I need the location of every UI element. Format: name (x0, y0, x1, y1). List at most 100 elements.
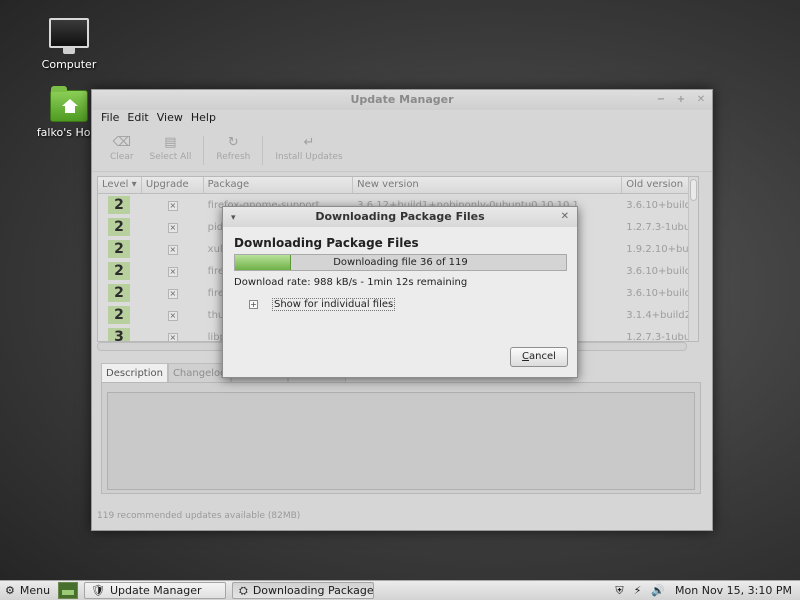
description-textview[interactable] (107, 392, 695, 490)
upgrade-checkbox[interactable]: × (167, 288, 178, 299)
level-badge: 2 (108, 218, 130, 236)
expander-label: Show for individual files (272, 298, 396, 311)
install-icon: ↵ (303, 135, 315, 150)
menu-file[interactable]: File (101, 110, 119, 130)
download-app-icon: ⛭ (239, 583, 248, 597)
column-old-version[interactable]: Old version (622, 177, 698, 193)
status-text: 119 recommended updates available (82MB) (97, 511, 301, 521)
menu-help[interactable]: Help (191, 110, 216, 130)
taskbar-item-downloading[interactable]: ⛭ Downloading Package ... (232, 582, 374, 599)
minimize-icon[interactable]: − (656, 90, 666, 110)
download-dialog: ▾ Downloading Package Files ✕ Downloadin… (222, 206, 578, 378)
upgrade-cell: × (142, 200, 204, 211)
individual-files-expander[interactable]: + Show for individual files (249, 298, 396, 311)
download-rate-text: Download rate: 988 kB/s - 1min 12s remai… (234, 277, 468, 288)
select-all-button[interactable]: ▤ Select All (142, 130, 200, 171)
column-new-version[interactable]: New version (353, 177, 623, 193)
level-badge: 2 (108, 284, 130, 302)
column-package[interactable]: Package (204, 177, 354, 193)
upgrade-checkbox[interactable]: × (167, 310, 178, 321)
level-badge: 2 (108, 240, 130, 258)
refresh-button[interactable]: ↻ Refresh (208, 130, 258, 171)
dialog-titlebar[interactable]: ▾ Downloading Package Files ✕ (223, 207, 577, 227)
upgrade-cell: × (142, 266, 204, 277)
menu-label: Menu (19, 584, 51, 597)
system-tray: ⛨ ⚡ 🔊 Mon Nov 15, 3:10 PM (615, 584, 800, 598)
level-cell: 2 (98, 240, 142, 258)
vertical-scrollbar[interactable] (688, 177, 698, 341)
level-badge: 2 (108, 196, 130, 214)
old-version-cell: 1.2.7.3-1ubu (626, 331, 691, 342)
dialog-heading: Downloading Package Files (234, 236, 419, 250)
menu-view[interactable]: View (157, 110, 183, 130)
taskbar-item-update-manager[interactable]: 🛡 Update Manager (84, 582, 226, 599)
install-updates-button[interactable]: ↵ Install Updates (267, 130, 350, 171)
clock[interactable]: Mon Nov 15, 3:10 PM (675, 584, 792, 597)
toolbar-separator (203, 136, 205, 165)
upgrade-cell: × (142, 244, 204, 255)
download-progress-bar: Downloading file 36 of 119 (234, 254, 567, 271)
upgrade-cell: × (142, 288, 204, 299)
scroll-thumb[interactable] (690, 179, 697, 201)
level-badge: 2 (108, 262, 130, 280)
upgrade-checkbox[interactable]: × (167, 266, 178, 277)
window-menu-icon[interactable]: ▾ (231, 208, 236, 228)
clear-icon: ⌫ (112, 135, 131, 150)
expand-plus-icon[interactable]: + (249, 300, 258, 309)
volume-icon[interactable]: 🔊 (651, 584, 665, 597)
column-upgrade[interactable]: Upgrade (142, 177, 204, 193)
level-cell: 2 (98, 306, 142, 324)
description-panel (101, 382, 701, 494)
level-cell: 2 (98, 196, 142, 214)
column-level-label: Level (102, 179, 129, 190)
upgrade-cell: × (142, 222, 204, 233)
old-version-cell: 1.2.7.3-1ubu (626, 221, 691, 233)
column-level[interactable]: Level ▾ (98, 177, 142, 193)
close-icon[interactable]: ✕ (561, 207, 569, 227)
sort-down-icon: ▾ (131, 179, 137, 190)
upgrade-checkbox[interactable]: × (167, 222, 178, 233)
tab-description[interactable]: Description (101, 363, 168, 383)
install-updates-label: Install Updates (275, 152, 343, 162)
close-icon[interactable]: ✕ (696, 90, 706, 110)
cancel-mnemonic: C (522, 351, 530, 362)
select-all-icon: ▤ (164, 135, 177, 150)
clear-label: Clear (110, 152, 134, 162)
menu-button[interactable]: ⚙ Menu (0, 584, 56, 597)
upgrade-checkbox[interactable]: × (167, 200, 178, 211)
level-cell: 3 (98, 328, 142, 341)
window-titlebar[interactable]: Update Manager − + ✕ (92, 90, 712, 110)
desktop-icon-label: Computer (41, 58, 97, 71)
upgrade-checkbox[interactable]: × (167, 244, 178, 255)
old-version-cell: 3.6.10+build (626, 287, 692, 299)
level-cell: 2 (98, 218, 142, 236)
cancel-rest: ancel (529, 351, 556, 362)
show-desktop-icon[interactable] (58, 582, 78, 599)
old-version-cell: 3.1.4+build2 (626, 309, 692, 321)
cancel-button[interactable]: Cancel (510, 347, 568, 367)
toolbar: ⌫ Clear ▤ Select All ↻ Refresh ↵ Install… (92, 130, 712, 172)
maximize-icon[interactable]: + (676, 90, 686, 110)
menubar: File Edit View Help (92, 110, 712, 130)
clear-button[interactable]: ⌫ Clear (102, 130, 142, 171)
old-version-cell: 3.6.10+build (626, 199, 692, 211)
shield-icon: 🛡 (91, 584, 105, 597)
task-label: Update Manager (109, 584, 202, 597)
task-label: Downloading Package ... (252, 584, 374, 597)
toolbar-separator (262, 136, 264, 165)
upgrade-checkbox[interactable]: × (167, 332, 178, 341)
dialog-title: Downloading Package Files (315, 210, 485, 223)
old-version-cell: 1.9.2.10+bui (626, 243, 692, 255)
select-all-label: Select All (149, 152, 192, 162)
desktop-icon-computer[interactable]: Computer (26, 18, 112, 71)
home-folder-icon (50, 86, 88, 122)
menu-edit[interactable]: Edit (127, 110, 148, 130)
taskbar: ⚙ Menu 🛡 Update Manager ⛭ Downloading Pa… (0, 580, 800, 600)
level-badge: 3 (108, 328, 130, 341)
network-icon[interactable]: ⚡ (634, 584, 642, 597)
update-shield-icon[interactable]: ⛨ (615, 584, 623, 598)
refresh-label: Refresh (216, 152, 251, 162)
upgrade-cell: × (142, 310, 204, 321)
level-cell: 2 (98, 284, 142, 302)
refresh-icon: ↻ (227, 135, 239, 150)
